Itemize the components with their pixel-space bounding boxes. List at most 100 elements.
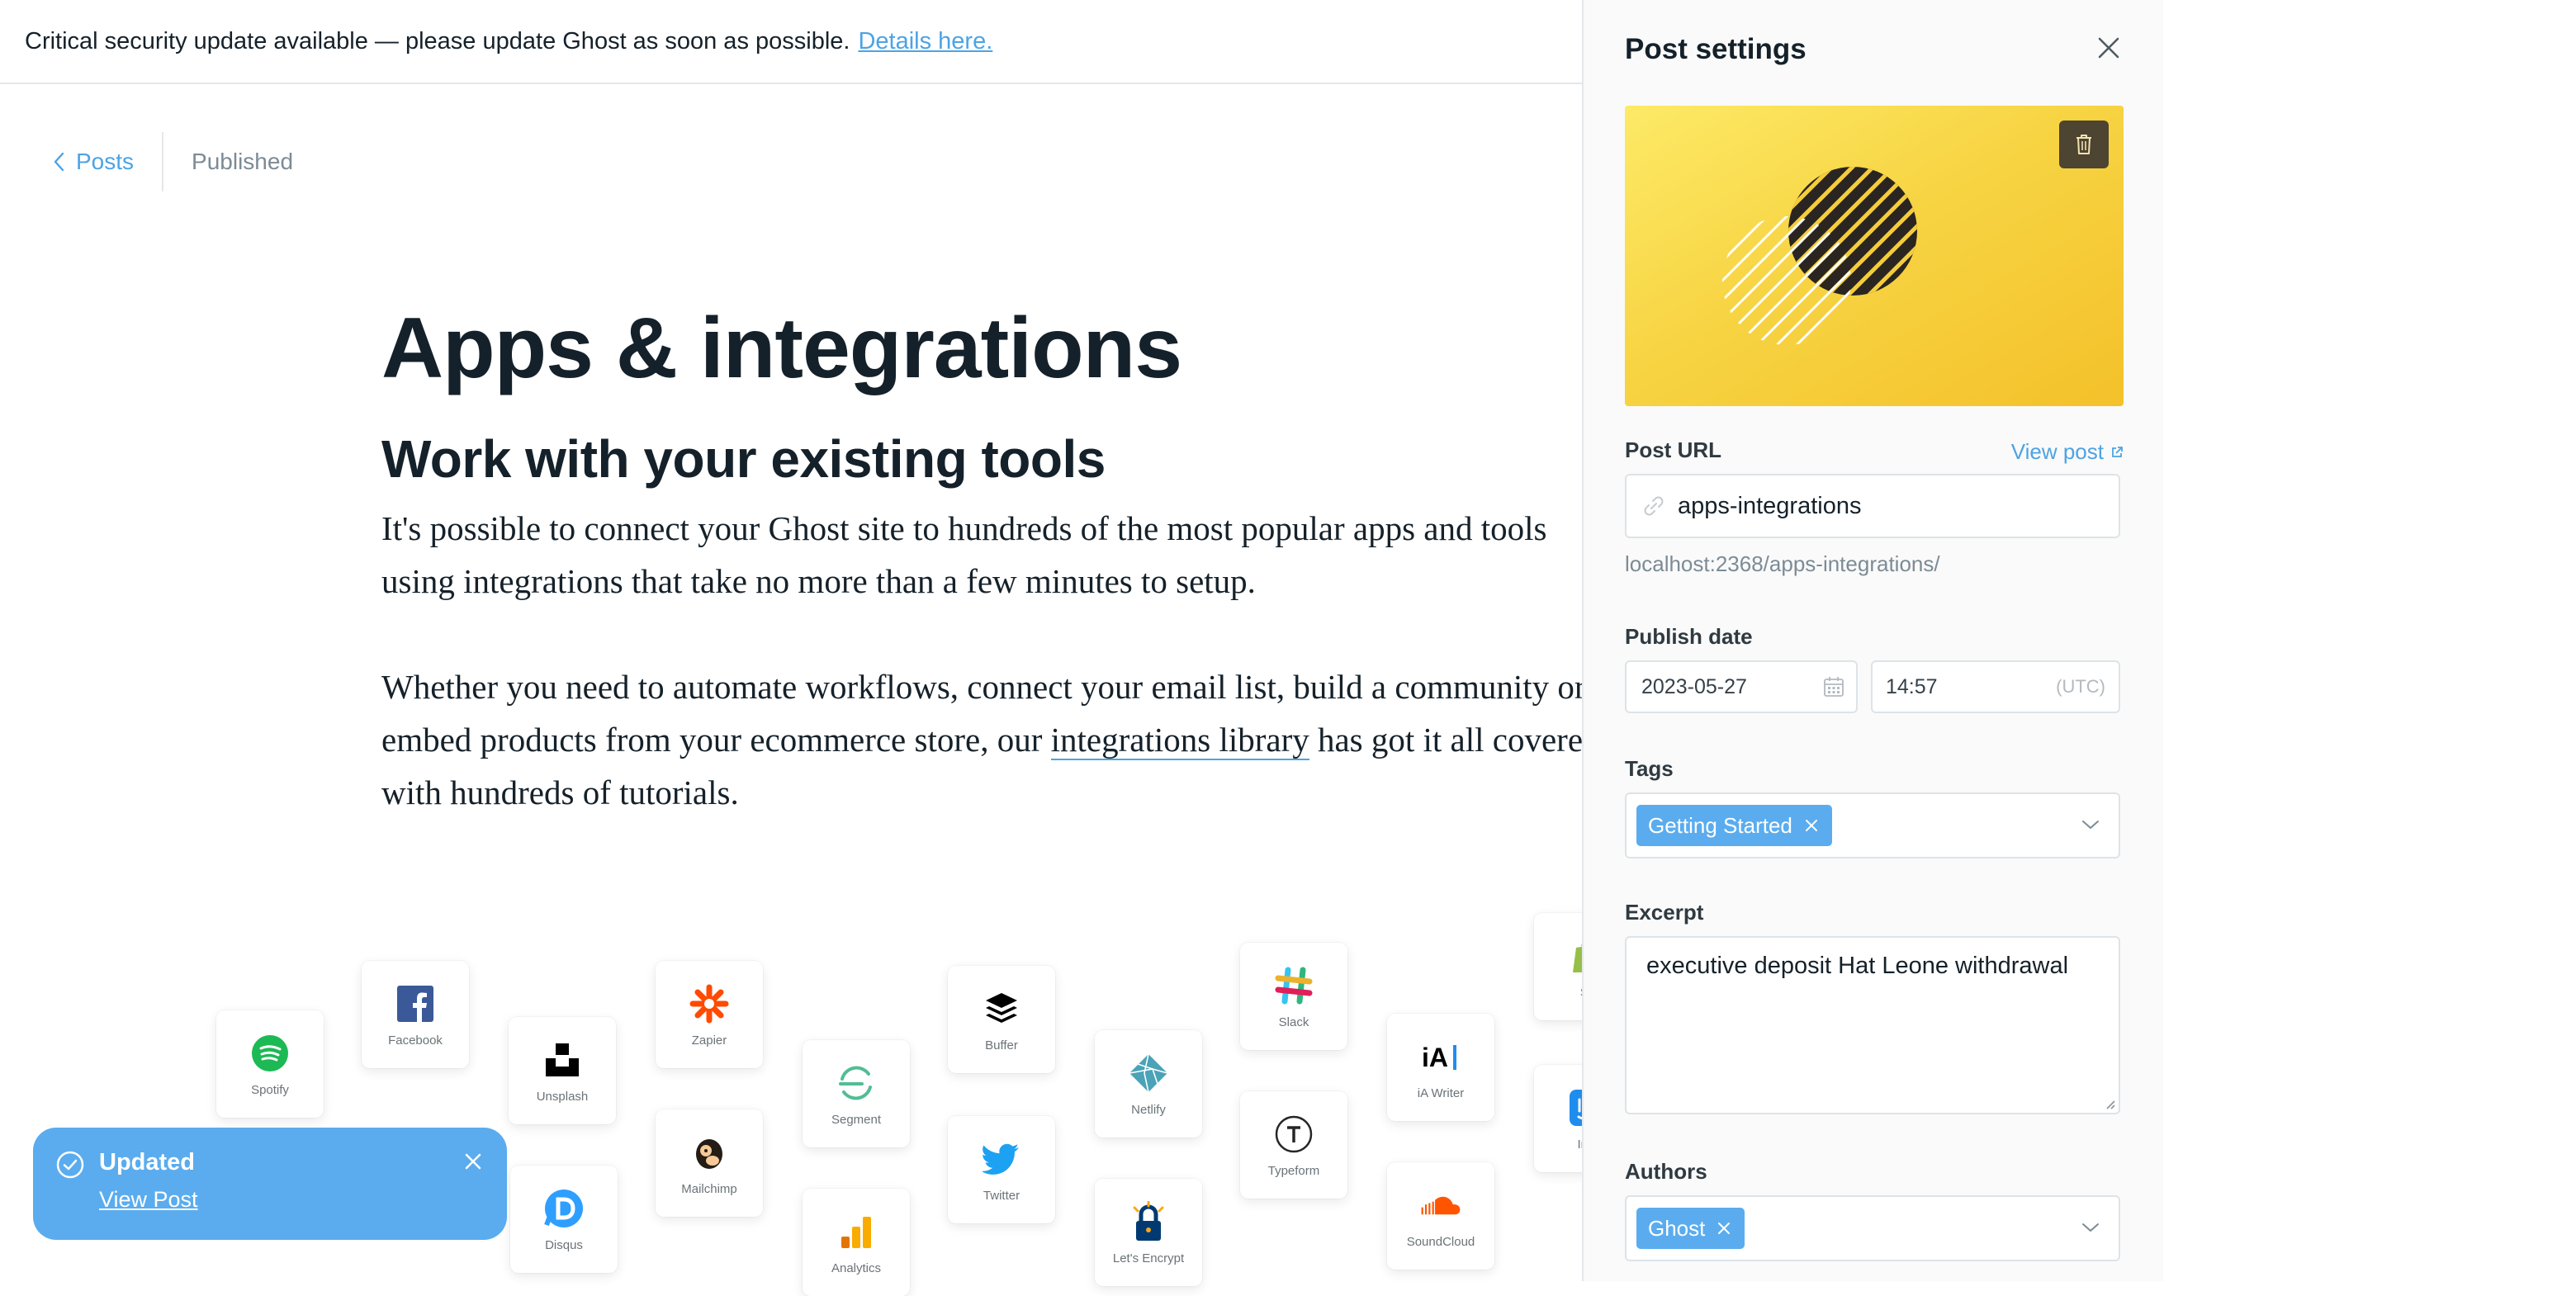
post-url-preview: localhost:2368/apps-integrations/ [1625,551,1940,576]
close-icon[interactable] [464,1152,482,1171]
tag-chip[interactable]: Getting Started [1636,805,1832,846]
segment-icon [839,1066,872,1100]
netlify-icon [1129,1053,1168,1092]
unsplash-icon [546,1043,579,1076]
publish-date-label: Publish date [1625,624,1753,649]
view-post-link[interactable]: View post [2011,439,2124,465]
app-label: Unsplash [536,1089,589,1104]
app-tile-slack: Slack [1240,943,1347,1050]
empty-canvas [2163,0,2576,1281]
banner-details-link[interactable]: Details here. [858,28,992,55]
authors-select[interactable]: Ghost [1625,1195,2120,1261]
author-chip-label: Ghost [1648,1215,1706,1241]
paragraph-1[interactable]: It's possible to connect your Ghost site… [381,502,1620,608]
app-label: Mailchimp [681,1181,737,1196]
mailchimp-icon [696,1138,722,1169]
app-label: Buffer [985,1038,1018,1052]
breadcrumb: Posts Published [53,132,293,192]
post-status: Published [192,149,294,174]
app-label: Let's Encrypt [1112,1251,1185,1265]
chevron-down-icon[interactable] [2081,818,2100,831]
app-tile-disqus: Disqus [510,1166,618,1273]
publish-date-value: 2023-05-27 [1641,674,1747,698]
excerpt-value: executive deposit Hat Leone withdrawal [1646,953,2069,979]
feature-image-artwork [1722,167,1917,345]
timezone-label: (UTC) [2056,676,2105,697]
publish-date-input[interactable]: 2023-05-27 [1625,660,1858,713]
paragraph-2[interactable]: Whether you need to automate workflows, … [381,660,1620,819]
letsencrypt-icon [1133,1200,1164,1241]
updated-toast: Updated View Post [33,1128,507,1240]
back-label: Posts [76,149,135,174]
external-link-icon [2112,446,2123,457]
app-label: Twitter [983,1188,1020,1203]
app-tile-mailchimp: Mailchimp [656,1109,763,1217]
slack-icon [1275,967,1313,1004]
resize-handle-icon[interactable] [2104,1098,2115,1109]
banner-message: Critical security update available — ple… [25,27,850,54]
app-label: Slack [1278,1015,1309,1029]
tag-chip-label: Getting Started [1648,812,1792,838]
post-settings-panel: Post settings Post URL View post apps-in… [1582,0,2163,1281]
author-chip[interactable]: Ghost [1636,1208,1745,1249]
disqus-icon [544,1189,583,1227]
panel-title: Post settings [1625,33,1807,65]
app-label: iA Writer [1417,1086,1465,1100]
app-label: Analytics [831,1261,882,1275]
authors-label: Authors [1625,1159,1707,1184]
app-tile-twitter: Twitter [948,1116,1055,1223]
app-label: Disqus [545,1237,583,1252]
app-label: Facebook [388,1033,443,1048]
toast-view-post-link[interactable]: View Post [99,1187,198,1213]
app-tile-iawriter: iA iA Writer [1387,1014,1494,1121]
post-subheading[interactable]: Work with your existing tools [381,426,1620,492]
app-tile-letsencrypt: Let's Encrypt [1095,1179,1202,1286]
zapier-icon [689,984,729,1023]
soundcloud-icon [1421,1196,1461,1214]
remove-author-icon[interactable] [1717,1221,1731,1236]
app-tile-soundcloud: SoundCloud [1387,1162,1494,1270]
excerpt-label: Excerpt [1625,900,1704,925]
iawriter-icon: iA [1422,1043,1456,1072]
article-body[interactable]: Apps & integrations Work with your exist… [381,297,1620,819]
excerpt-textarea[interactable]: executive deposit Hat Leone withdrawal [1625,936,2120,1114]
post-url-value: apps-integrations [1678,492,1862,519]
trash-icon [2076,135,2091,154]
app-label: Netlify [1131,1102,1166,1117]
app-label: SoundCloud [1406,1234,1475,1249]
chevron-left-icon [54,152,64,172]
app-tile-spotify: Spotify [216,1010,324,1118]
app-tile-buffer: Buffer [948,966,1055,1073]
tags-select[interactable]: Getting Started [1625,792,2120,858]
tags-label: Tags [1625,756,1674,781]
calendar-icon[interactable] [1823,676,1844,698]
buffer-icon [986,992,1017,1023]
app-label: Typeform [1267,1163,1320,1178]
app-tile-zapier: Zapier [656,961,763,1068]
app-label: Zapier [691,1033,727,1048]
delete-image-button[interactable] [2059,121,2109,168]
feature-image[interactable] [1625,106,2124,406]
post-title[interactable]: Apps & integrations [381,297,1620,400]
back-to-posts-link[interactable]: Posts [53,132,164,192]
close-icon[interactable] [2097,36,2120,59]
check-circle-icon [56,1151,84,1179]
app-tile-unsplash: Unsplash [509,1017,616,1124]
publish-time-value: 14:57 [1886,674,1938,698]
app-tile-facebook: Facebook [362,961,469,1068]
typeform-icon [1275,1115,1313,1152]
integrations-library-link[interactable]: integrations library [1050,721,1309,760]
facebook-icon [397,985,433,1022]
twitter-icon [983,1143,1019,1175]
remove-tag-icon[interactable] [1804,818,1819,833]
chevron-down-icon[interactable] [2081,1221,2100,1234]
post-url-input[interactable]: apps-integrations [1625,474,2120,538]
app-label: Segment [831,1112,882,1127]
publish-time-input[interactable]: 14:57 (UTC) [1871,660,2120,713]
analytics-icon [841,1216,871,1248]
app-tile-typeform: Typeform [1240,1091,1347,1199]
app-tile-analytics: Analytics [803,1189,910,1296]
link-icon [1644,496,1664,516]
app-label: Spotify [251,1082,289,1097]
post-url-label: Post URL [1625,438,1721,462]
